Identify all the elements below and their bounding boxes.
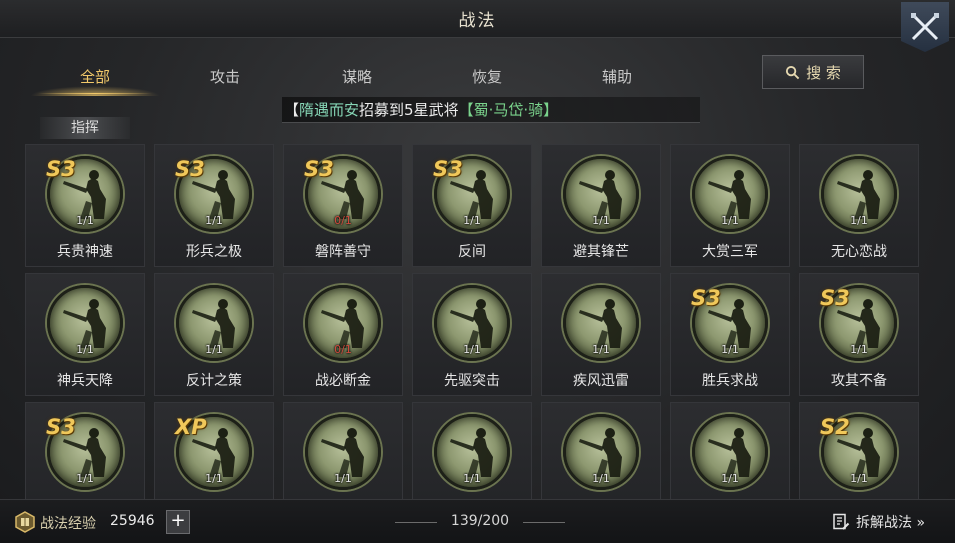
tactic-name: 无心恋战 [831, 244, 887, 260]
tactic-name: 避其锋芒 [573, 244, 629, 260]
tactic-name: 大赏三军 [702, 244, 758, 260]
marquee-general: 【蜀·马岱·骑】 [458, 101, 559, 119]
tab-recover[interactable]: 恢复 [422, 58, 552, 94]
tactic-card[interactable]: 0/1 战必断金 [283, 273, 403, 396]
tactic-count: 1/1 [205, 472, 223, 485]
tactic-card[interactable]: 1/1 S3 攻其不备 [799, 273, 919, 396]
tab-strategy[interactable]: 谋略 [292, 58, 422, 94]
tactic-count: 1/1 [721, 214, 739, 227]
tactic-grade-badge: S3 [175, 157, 205, 181]
tactics-grid: 1/1 S3 兵贵神速 1/1 S3 形兵之极 0/1 S3 磐阵善守 1/1 S3 反间 1/1 避其锋… [25, 144, 920, 500]
title-bar: 战法 [0, 0, 955, 52]
tactic-card[interactable]: 0/1 S3 磐阵善守 [283, 144, 403, 267]
tactic-grade-badge: S3 [691, 286, 721, 310]
page-title: 战法 [458, 11, 497, 31]
exp-value: 25946 [110, 513, 155, 529]
tactic-count: 1/1 [850, 214, 868, 227]
tactic-count: 1/1 [592, 472, 610, 485]
tactic-card[interactable]: 1/1 S3 形兵之极 [154, 144, 274, 267]
tactic-card[interactable]: 1/1 XP [154, 402, 274, 500]
tab-bar: 全部 攻击 谋略 恢复 辅助 [30, 58, 730, 96]
tactic-count: 1/1 [463, 472, 481, 485]
tactic-card[interactable]: 1/1 神兵天降 [25, 273, 145, 396]
tactic-name: 反间 [458, 244, 486, 260]
tactic-count: 0/1 [334, 343, 352, 356]
tab-attack[interactable]: 攻击 [160, 58, 290, 94]
decompose-button[interactable]: 拆解战法 » [832, 510, 925, 534]
tactic-card[interactable]: 1/1 S2 [799, 402, 919, 500]
tactic-grade-badge: S3 [46, 157, 76, 181]
tactic-name: 胜兵求战 [702, 373, 758, 389]
tactic-card[interactable]: 1/1 [670, 402, 790, 500]
tactic-card[interactable]: 1/1 反计之策 [154, 273, 274, 396]
tactic-grade-badge: S3 [46, 415, 76, 439]
exp-label: 战法经验 [40, 516, 96, 532]
tactic-name: 攻其不备 [831, 373, 887, 389]
tactic-count: 1/1 [721, 343, 739, 356]
tactic-card[interactable]: 1/1 [412, 402, 532, 500]
tab-all[interactable]: 全部 [30, 58, 160, 96]
document-edit-icon [833, 513, 850, 530]
add-exp-button[interactable]: + [166, 510, 190, 534]
bottom-bar: 战法经验 25946 + 139/200 拆解战法 » [0, 499, 955, 543]
tactic-name: 神兵天降 [57, 373, 113, 389]
announcement-marquee: 【隋遇而安招募到5星武将【蜀·马岱·骑】 [282, 97, 700, 123]
tactic-name: 战必断金 [315, 373, 371, 389]
tactic-count: 1/1 [463, 214, 481, 227]
tactic-grade-badge: S3 [433, 157, 463, 181]
tactic-card[interactable]: 1/1 无心恋战 [799, 144, 919, 267]
tactic-count: 0/1 [334, 214, 352, 227]
tactic-card[interactable]: 1/1 S3 反间 [412, 144, 532, 267]
tactic-count: 1/1 [850, 472, 868, 485]
category-label: 指挥 [40, 117, 130, 139]
search-label: 搜 索 [806, 63, 841, 82]
tactic-card[interactable]: 1/1 S3 胜兵求战 [670, 273, 790, 396]
marquee-text: 招募到5星武将 [359, 101, 459, 119]
marquee-prefix: 【 [284, 101, 300, 119]
tactic-card[interactable]: 1/1 [541, 402, 661, 500]
tactic-card[interactable]: 1/1 疾风迅雷 [541, 273, 661, 396]
tactic-card[interactable]: 1/1 先驱突击 [412, 273, 532, 396]
tactic-count: 1/1 [205, 343, 223, 356]
search-icon [786, 65, 800, 79]
tactic-grade-badge: S3 [820, 286, 850, 310]
tactics-count: 139/200 [395, 513, 565, 529]
crossed-swords-icon [911, 13, 939, 41]
exp-book-icon [15, 511, 35, 533]
tactic-count: 1/1 [334, 472, 352, 485]
tactic-card[interactable]: 1/1 [283, 402, 403, 500]
tactic-name: 形兵之极 [186, 244, 242, 260]
tactic-name: 疾风迅雷 [573, 373, 629, 389]
tactic-count: 1/1 [850, 343, 868, 356]
tactic-count: 1/1 [76, 472, 94, 485]
tactic-name: 先驱突击 [444, 373, 500, 389]
tactic-count: 1/1 [76, 214, 94, 227]
tactic-name: 反计之策 [186, 373, 242, 389]
tab-assist[interactable]: 辅助 [552, 58, 682, 94]
tactic-name: 磐阵善守 [315, 244, 371, 260]
tactic-count: 1/1 [592, 214, 610, 227]
tactic-count: 1/1 [205, 214, 223, 227]
tactic-card[interactable]: 1/1 避其锋芒 [541, 144, 661, 267]
tactic-card[interactable]: 1/1 S3 [25, 402, 145, 500]
tactic-grade-badge: S3 [304, 157, 334, 181]
tactic-count: 1/1 [463, 343, 481, 356]
marquee-player: 隋遇而安 [299, 101, 360, 119]
tactic-count: 1/1 [76, 343, 94, 356]
tactic-count: 1/1 [592, 343, 610, 356]
search-button[interactable]: 搜 索 [762, 55, 864, 89]
tactic-name: 兵贵神速 [57, 244, 113, 260]
tactic-grade-badge: XP [175, 415, 207, 439]
tactic-card[interactable]: 1/1 S3 兵贵神速 [25, 144, 145, 267]
tactic-card[interactable]: 1/1 大赏三军 [670, 144, 790, 267]
tactic-count: 1/1 [721, 472, 739, 485]
decompose-label: 拆解战法 » [856, 515, 926, 531]
tactic-grade-badge: S2 [820, 415, 850, 439]
